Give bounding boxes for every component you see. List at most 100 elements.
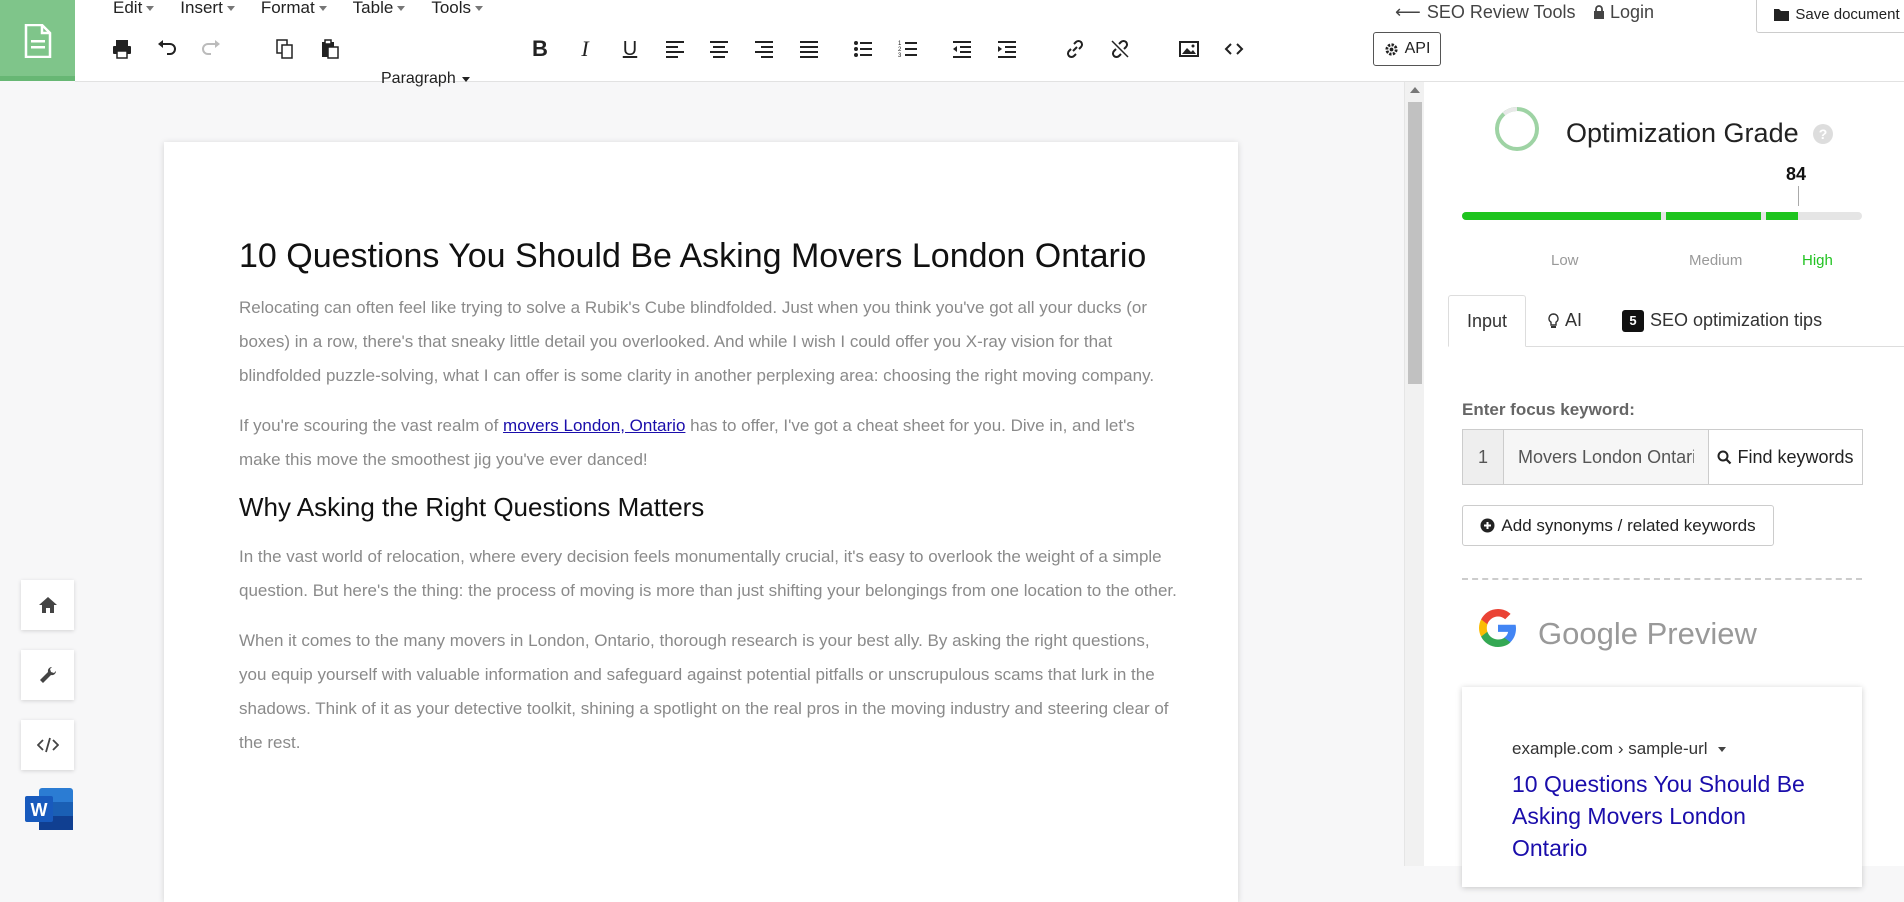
focus-keyword-label: Enter focus keyword:	[1462, 400, 1635, 419]
preview-title-link[interactable]: 10 Questions You Should Be Asking Movers…	[1512, 768, 1812, 864]
bar-segment-high	[1766, 212, 1798, 220]
svg-text:W: W	[31, 800, 48, 820]
insert-link-button[interactable]	[1058, 32, 1092, 66]
tools-button[interactable]	[21, 650, 74, 700]
document-icon	[24, 23, 51, 58]
menu-label: Tools	[431, 0, 471, 17]
tips-count-badge: 5	[1622, 309, 1644, 332]
section-heading: Why Asking the Right Questions Matters	[239, 492, 705, 522]
indent-button[interactable]	[990, 32, 1024, 66]
preview-url-text: example.com › sample-url	[1512, 739, 1708, 758]
tab-label: Input	[1467, 310, 1508, 331]
google-preview-title: Google Preview	[1538, 616, 1757, 651]
bold-button[interactable]: B	[523, 32, 557, 66]
paste-button[interactable]	[313, 32, 347, 66]
menu-insert[interactable]: Insert	[180, 0, 235, 17]
bullet-list-icon	[854, 41, 872, 57]
lightbulb-icon	[1548, 312, 1559, 328]
italic-icon: I	[581, 36, 589, 61]
tab-label: SEO optimization tips	[1650, 310, 1823, 330]
seo-review-tools-link[interactable]: ⟵ SEO Review Tools	[1395, 2, 1576, 23]
caret-down-icon	[226, 5, 235, 11]
unlink-icon	[1111, 39, 1129, 59]
api-button[interactable]: API	[1373, 32, 1441, 66]
panel-tabs: Input AI 5 SEO optimization tips	[1448, 295, 1904, 347]
seo-panel: Optimization Grade ? 84 Low Medium High …	[1424, 82, 1904, 887]
google-logo-icon	[1479, 609, 1516, 647]
caret-down-icon	[318, 5, 327, 11]
print-button[interactable]	[105, 32, 139, 66]
focus-keyword-input[interactable]	[1503, 429, 1709, 485]
link-icon	[1066, 39, 1084, 59]
preview-url[interactable]: example.com › sample-url	[1512, 739, 1726, 759]
embed-code-button[interactable]	[21, 720, 74, 770]
justify-icon	[800, 41, 818, 58]
login-link[interactable]: Login	[1593, 2, 1654, 23]
tab-ai[interactable]: AI	[1548, 295, 1582, 346]
gear-icon	[1385, 42, 1398, 56]
bar-segment-medium	[1666, 212, 1761, 220]
seo-tools-label: SEO Review Tools	[1426, 2, 1576, 22]
level-low-label: Low	[1551, 252, 1579, 269]
editor-scrollbar[interactable]	[1404, 82, 1425, 866]
underline-button[interactable]: U	[613, 32, 647, 66]
align-right-button[interactable]	[747, 32, 781, 66]
paste-icon	[322, 39, 339, 59]
bullet-list-button[interactable]	[846, 32, 880, 66]
menu-edit[interactable]: Edit	[113, 0, 155, 17]
tab-input[interactable]: Input	[1448, 295, 1527, 347]
save-document-button[interactable]: Save document	[1756, 0, 1904, 33]
find-keywords-button[interactable]: Find keywords	[1708, 429, 1863, 485]
home-button[interactable]	[21, 580, 74, 630]
caret-down-icon	[146, 5, 155, 11]
outdent-button[interactable]	[945, 32, 979, 66]
redo-button[interactable]	[194, 32, 228, 66]
menu-table[interactable]: Table	[353, 0, 406, 17]
menu-format[interactable]: Format	[261, 0, 327, 17]
align-center-icon	[710, 41, 728, 58]
caret-down-icon	[1717, 746, 1726, 752]
svg-text:3: 3	[898, 53, 902, 59]
document-page[interactable]: 10 Questions You Should Be Asking Movers…	[164, 142, 1238, 902]
paragraph: In the vast world of relocation, where e…	[239, 546, 1177, 600]
tab-label: AI	[1565, 310, 1583, 330]
undo-button[interactable]	[150, 32, 184, 66]
wrench-icon	[39, 666, 56, 683]
word-export-button[interactable]: W	[25, 788, 75, 830]
source-code-button[interactable]	[1217, 32, 1251, 66]
align-left-icon	[666, 41, 684, 58]
bar-segment-low	[1462, 212, 1661, 220]
align-left-button[interactable]	[658, 32, 692, 66]
undo-icon	[158, 40, 176, 55]
justify-button[interactable]	[792, 32, 826, 66]
scroll-thumb[interactable]	[1408, 102, 1422, 384]
add-synonyms-button[interactable]: Add synonyms / related keywords	[1462, 505, 1774, 546]
menu-label: Insert	[180, 0, 223, 17]
caret-down-icon	[475, 5, 483, 11]
italic-button[interactable]: I	[568, 32, 602, 66]
app-logo[interactable]	[0, 0, 75, 81]
numbered-list-icon: 123	[898, 41, 917, 59]
remove-link-button[interactable]	[1103, 32, 1137, 66]
caret-down-icon	[397, 5, 406, 11]
menu-bar: Edit Insert Format Table Tools	[113, 0, 483, 17]
document-content[interactable]: 10 Questions You Should Be Asking Movers…	[239, 239, 1179, 776]
align-center-button[interactable]	[702, 32, 736, 66]
add-synonyms-label: Add synonyms / related keywords	[1501, 515, 1756, 535]
home-icon	[38, 597, 57, 613]
insert-image-button[interactable]	[1172, 32, 1206, 66]
help-icon[interactable]: ?	[1813, 124, 1833, 144]
tab-seo-tips[interactable]: 5 SEO optimization tips	[1622, 295, 1822, 346]
menu-tools[interactable]: Tools	[431, 0, 483, 17]
movers-link[interactable]: movers London, Ontario	[503, 416, 685, 435]
scroll-up-arrow-icon[interactable]	[1410, 87, 1420, 93]
paragraph-with-link: If you're scouring the vast realm of mov…	[239, 409, 1179, 477]
image-icon	[1179, 41, 1199, 57]
copy-button[interactable]	[268, 32, 302, 66]
bold-icon: B	[532, 36, 548, 61]
numbered-list-button[interactable]: 123	[891, 32, 925, 66]
optimization-grade-title: Optimization Grade	[1566, 118, 1799, 148]
document-title: 10 Questions You Should Be Asking Movers…	[239, 237, 1147, 275]
text-run: If you're scouring the vast realm of	[239, 416, 504, 435]
grade-progress-bar	[1462, 212, 1862, 220]
